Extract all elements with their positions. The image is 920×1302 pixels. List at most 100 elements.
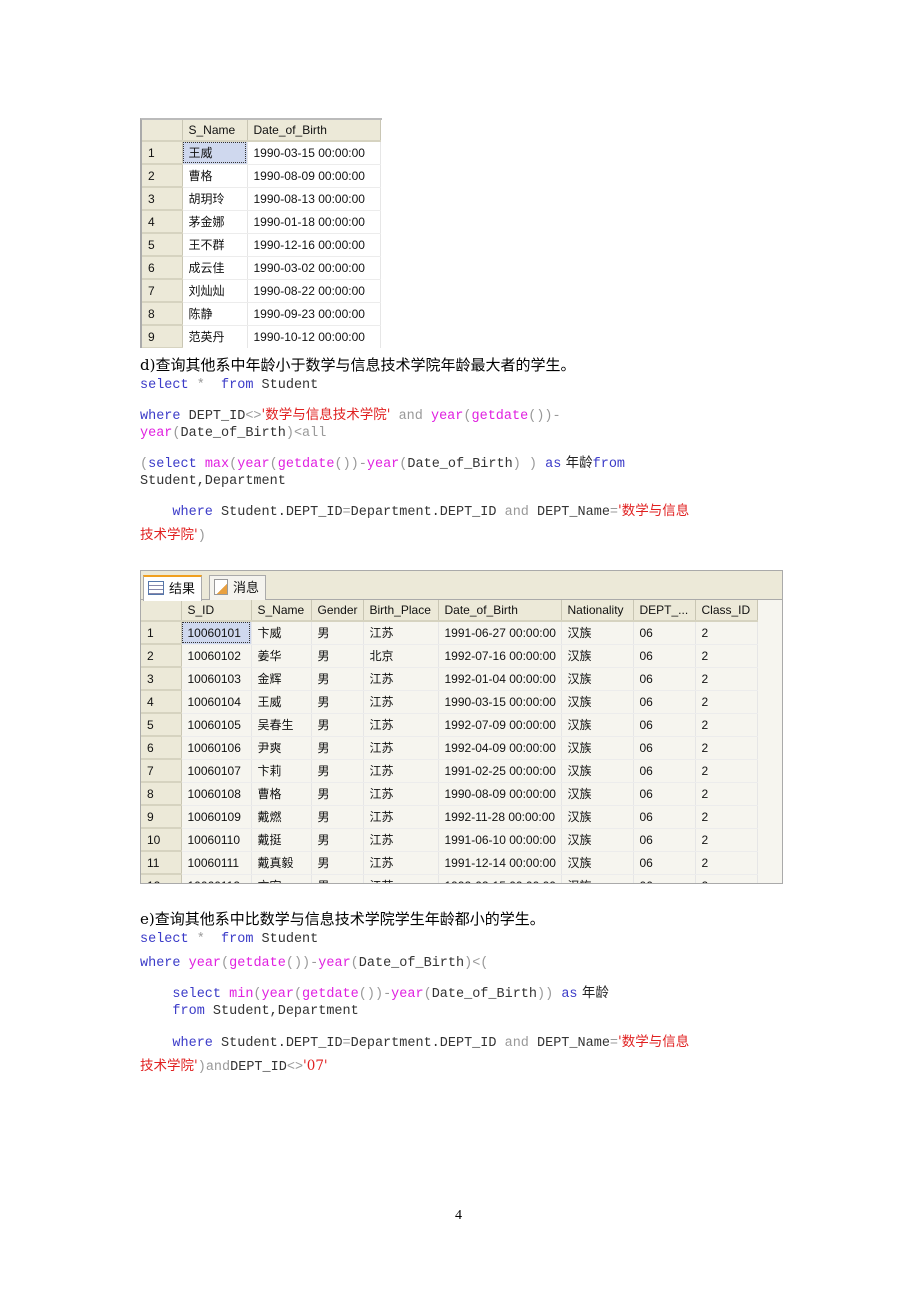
table-cell[interactable]: 2 [695, 874, 758, 883]
table-cell[interactable]: 06 [633, 713, 696, 737]
row-number[interactable]: 7 [141, 759, 182, 783]
table-cell[interactable]: 06 [633, 736, 696, 760]
table-cell[interactable]: 06 [633, 851, 696, 875]
table-cell[interactable]: 卞莉 [251, 759, 312, 783]
row-number[interactable]: 4 [141, 690, 182, 714]
table-cell[interactable]: 1991-06-10 00:00:00 [438, 828, 562, 852]
table-cell[interactable]: 10060109 [181, 805, 252, 829]
row-number[interactable]: 6 [142, 256, 183, 280]
row-number[interactable]: 2 [141, 644, 182, 668]
row-number[interactable]: 2 [142, 164, 183, 188]
column-header[interactable]: S_ID [181, 600, 252, 622]
column-header[interactable]: Nationality [561, 600, 634, 622]
table-cell[interactable]: 江苏 [363, 759, 439, 783]
table-cell[interactable]: 男 [311, 621, 364, 645]
table-cell[interactable]: 王不群 [182, 233, 248, 257]
table-cell[interactable]: 陈静 [182, 302, 248, 326]
table-cell[interactable]: 男 [311, 667, 364, 691]
table-cell[interactable]: 2 [695, 828, 758, 852]
table-cell[interactable]: 06 [633, 782, 696, 806]
row-number[interactable]: 9 [142, 325, 183, 348]
table-cell[interactable]: 汉族 [561, 805, 634, 829]
table-cell[interactable]: 10060108 [181, 782, 252, 806]
table-cell[interactable]: 汉族 [561, 759, 634, 783]
table-cell[interactable]: 10060107 [181, 759, 252, 783]
table-cell[interactable]: 1990-03-02 00:00:00 [247, 256, 381, 280]
row-number[interactable]: 4 [142, 210, 183, 234]
table-cell[interactable]: 刘灿灿 [182, 279, 248, 303]
table-cell[interactable]: 2 [695, 667, 758, 691]
table-cell[interactable]: 男 [311, 782, 364, 806]
table-cell[interactable]: 曹格 [251, 782, 312, 806]
table-cell[interactable]: 汉族 [561, 828, 634, 852]
column-header[interactable]: Class_ID [695, 600, 758, 622]
table-cell[interactable]: 范英丹 [182, 325, 248, 348]
table-cell[interactable]: 汉族 [561, 736, 634, 760]
row-number[interactable]: 9 [141, 805, 182, 829]
table-cell[interactable]: 1990-03-15 00:00:00 [438, 690, 562, 714]
column-header[interactable]: Date_of_Birth [438, 600, 562, 622]
table-cell[interactable]: 1990-10-12 00:00:00 [247, 325, 381, 348]
table-cell[interactable]: 06 [633, 621, 696, 645]
table-cell[interactable]: 1992-04-09 00:00:00 [438, 736, 562, 760]
column-header[interactable] [142, 120, 183, 142]
table-cell[interactable]: 江苏 [363, 851, 439, 875]
row-number[interactable]: 5 [141, 713, 182, 737]
table-cell[interactable]: 胡玥玲 [182, 187, 248, 211]
table-cell[interactable]: 2 [695, 782, 758, 806]
table-cell[interactable]: 男 [311, 644, 364, 668]
table-cell[interactable]: 10060111 [181, 851, 252, 875]
table-cell[interactable]: 1990-08-09 00:00:00 [247, 164, 381, 188]
table-cell[interactable]: 江苏 [363, 690, 439, 714]
table-cell[interactable]: 成云佳 [182, 256, 248, 280]
table-cell[interactable]: 1992-11-28 00:00:00 [438, 805, 562, 829]
row-number[interactable]: 8 [141, 782, 182, 806]
table-cell[interactable]: 1990-12-16 00:00:00 [247, 233, 381, 257]
table-cell[interactable]: 江苏 [363, 828, 439, 852]
table-cell[interactable]: 曹格 [182, 164, 248, 188]
table-cell[interactable]: 卞威 [251, 621, 312, 645]
row-number[interactable]: 3 [142, 187, 183, 211]
table-cell[interactable]: 男 [311, 874, 364, 883]
row-number[interactable]: 5 [142, 233, 183, 257]
table-cell[interactable]: 06 [633, 805, 696, 829]
table-cell[interactable]: 2 [695, 644, 758, 668]
table-cell[interactable]: 吴春生 [251, 713, 312, 737]
table-cell[interactable]: 10060102 [181, 644, 252, 668]
table-cell[interactable]: 汉族 [561, 782, 634, 806]
table-cell[interactable]: 1991-06-27 00:00:00 [438, 621, 562, 645]
table-cell[interactable]: 江苏 [363, 782, 439, 806]
table-cell[interactable]: 2 [695, 851, 758, 875]
table-cell[interactable]: 男 [311, 828, 364, 852]
table-cell[interactable]: 尹爽 [251, 736, 312, 760]
table-cell[interactable]: 方宏 [251, 874, 312, 883]
table-cell[interactable]: 戴真毅 [251, 851, 312, 875]
table-cell[interactable]: 男 [311, 759, 364, 783]
table-cell[interactable]: 2 [695, 736, 758, 760]
table-cell[interactable]: 江苏 [363, 713, 439, 737]
table-cell[interactable]: 汉族 [561, 644, 634, 668]
table-cell[interactable]: 10060104 [181, 690, 252, 714]
column-header[interactable]: DEPT_... [633, 600, 696, 622]
table-cell[interactable]: 1990-09-23 00:00:00 [247, 302, 381, 326]
column-header[interactable]: Gender [311, 600, 364, 622]
column-header[interactable]: Birth_Place [363, 600, 439, 622]
row-number[interactable]: 8 [142, 302, 183, 326]
column-header[interactable]: Date_of_Birth [247, 120, 381, 142]
table-cell[interactable]: 10060103 [181, 667, 252, 691]
table-cell[interactable]: 江苏 [363, 621, 439, 645]
row-number[interactable]: 10 [141, 828, 182, 852]
tab-results[interactable]: 结果 [143, 575, 203, 601]
table-cell[interactable]: 男 [311, 851, 364, 875]
table-cell[interactable]: 茅金娜 [182, 210, 248, 234]
table-cell[interactable]: 10060110 [181, 828, 252, 852]
table-cell[interactable]: 汉族 [561, 621, 634, 645]
row-number[interactable]: 3 [141, 667, 182, 691]
table-cell[interactable]: 江苏 [363, 874, 439, 883]
column-header[interactable]: S_Name [251, 600, 312, 622]
table-cell[interactable]: 06 [633, 644, 696, 668]
table-cell[interactable]: 2 [695, 805, 758, 829]
table-cell[interactable]: 06 [633, 828, 696, 852]
table-cell[interactable]: 汉族 [561, 690, 634, 714]
table-cell[interactable]: 1992-01-04 00:00:00 [438, 667, 562, 691]
